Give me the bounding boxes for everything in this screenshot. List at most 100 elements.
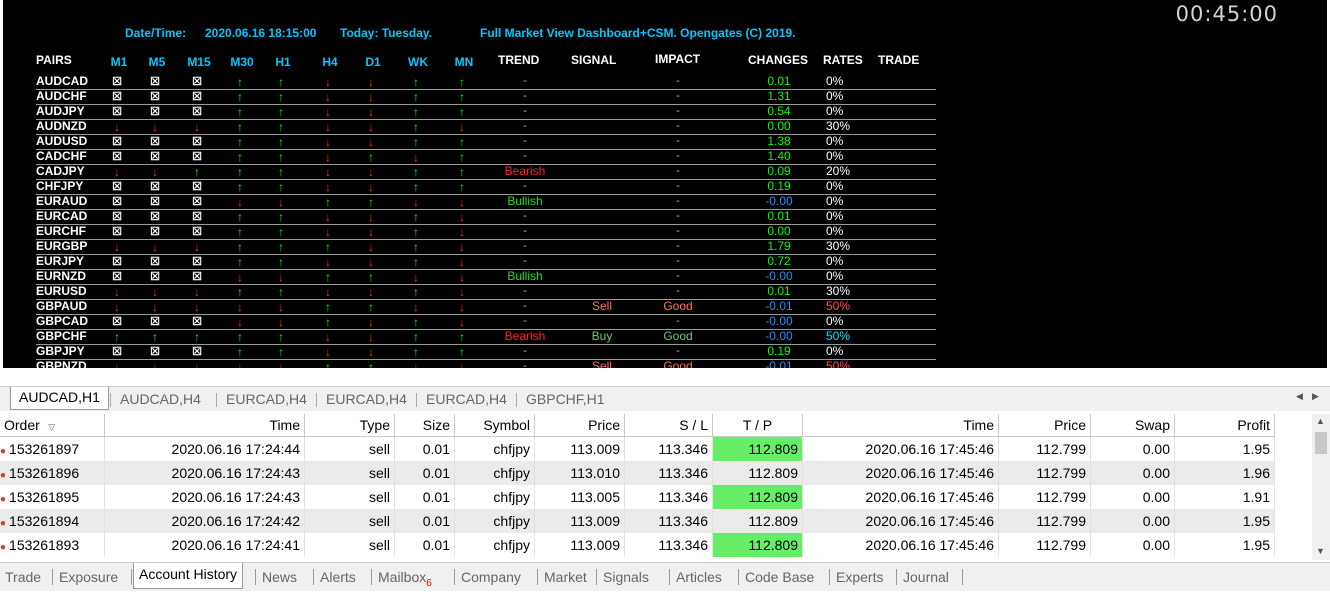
tab-news[interactable]: News xyxy=(257,566,302,588)
trend-value: - xyxy=(523,300,527,312)
up-arrow-icon: ↑ xyxy=(237,180,243,194)
down-arrow-icon: ↓ xyxy=(194,300,200,314)
table-row[interactable]: ● 153261895 2020.06.16 17:24:43 sell 0.01 chf… xyxy=(0,485,1275,509)
impact-value: - xyxy=(676,195,680,207)
rate-value: 30% xyxy=(826,239,851,253)
scroll-down-icon[interactable]: ▼ xyxy=(1316,546,1325,556)
up-arrow-icon: ↑ xyxy=(237,105,243,119)
change-value: -0.00 xyxy=(765,269,793,283)
change-value: -0.00 xyxy=(765,314,793,328)
col-header-tp[interactable]: T / P xyxy=(712,414,803,437)
tab-signals[interactable]: Signals xyxy=(598,566,654,588)
col-header-swap[interactable]: Swap xyxy=(1090,414,1175,437)
up-arrow-icon: ↑ xyxy=(278,150,284,164)
order-icon: ● xyxy=(0,494,7,505)
tab-trade[interactable]: Trade xyxy=(0,566,46,588)
chart-tab-eurcad-h4[interactable]: EURCAD,H4 xyxy=(218,389,315,409)
rate-value: 0% xyxy=(826,314,844,328)
table-scrollbar[interactable]: ▲ ▼ xyxy=(1312,414,1330,560)
col-header-symbol[interactable]: Symbol xyxy=(454,414,535,437)
change-value: 1.31 xyxy=(767,89,791,103)
pair-label: AUDCAD xyxy=(36,74,88,88)
up-arrow-icon: ↑ xyxy=(413,285,419,299)
cell-swap: 0.00 xyxy=(1090,461,1175,485)
down-arrow-icon: ↓ xyxy=(459,315,465,329)
chart-tabs-strip: AUDCAD,H1 AUDCAD,H4 EURCAD,H4 EURCAD,H4 EURC… xyxy=(0,386,1330,411)
up-arrow-icon: ↑ xyxy=(413,255,419,269)
col-header-order[interactable]: Order ▽ xyxy=(0,414,105,437)
cell-type: sell xyxy=(304,436,395,461)
pair-label: CADJPY xyxy=(36,164,85,178)
tab-label: Account History xyxy=(139,566,238,582)
up-arrow-icon: ↑ xyxy=(325,315,331,329)
chart-tab-eurcad-h4[interactable]: EURCAD,H4 xyxy=(318,389,415,409)
change-value: 0.72 xyxy=(767,254,791,268)
col-pairs: PAIRS xyxy=(36,53,72,67)
dashboard-chart[interactable]: 00:45:00 Date/Time: 2020.06.16 18:15:00 … xyxy=(0,0,1330,368)
tab-market[interactable]: Market xyxy=(539,566,592,588)
cell-tp: 112.809 xyxy=(712,485,803,509)
tab-exposure[interactable]: Exposure xyxy=(54,566,123,588)
col-header-type[interactable]: Type xyxy=(304,414,395,437)
down-arrow-icon: ↓ xyxy=(152,120,158,134)
table-row[interactable]: ● 153261897 2020.06.16 17:24:44 sell 0.01 chf… xyxy=(0,436,1275,461)
chart-tab-eurcad-h4[interactable]: EURCAD,H4 xyxy=(418,389,515,409)
chart-tab-audcad-h1[interactable]: AUDCAD,H1 xyxy=(10,387,109,410)
scrollbar-thumb[interactable] xyxy=(1315,432,1327,454)
col-header-time[interactable]: Time xyxy=(802,414,999,437)
cell-order: ● 153261896 xyxy=(0,461,105,485)
neutral-box-icon: ☒ xyxy=(112,106,122,118)
down-arrow-icon: ↓ xyxy=(325,210,331,224)
sort-icon[interactable]: ▽ xyxy=(46,422,55,432)
chart-tab-gbpchf-h1[interactable]: GBPCHF,H1 xyxy=(518,389,613,409)
tab-account-history[interactable]: Account History xyxy=(133,563,244,589)
neutral-box-icon: ☒ xyxy=(150,106,160,118)
pair-label: EURUSD xyxy=(36,284,87,298)
tab-experts[interactable]: Experts xyxy=(831,566,888,588)
table-row[interactable]: ● 153261896 2020.06.16 17:24:43 sell 0.01 chf… xyxy=(0,461,1275,485)
neutral-box-icon: ☒ xyxy=(112,196,122,208)
col-header-size[interactable]: Size xyxy=(394,414,455,437)
trend-value: - xyxy=(523,255,527,267)
tab-journal[interactable]: Journal xyxy=(898,566,954,588)
col-header-price[interactable]: Price xyxy=(534,414,625,437)
col-header-price[interactable]: Price xyxy=(998,414,1091,437)
cell-profit: 1.91 xyxy=(1174,485,1275,509)
down-arrow-icon: ↓ xyxy=(325,150,331,164)
chart-tab-audcad-h4[interactable]: AUDCAD,H4 xyxy=(112,389,209,409)
tab-label: Articles xyxy=(676,569,722,585)
change-value: -0.00 xyxy=(765,194,793,208)
pair-label: EURCHF xyxy=(36,224,86,238)
scroll-up-icon[interactable]: ▲ xyxy=(1316,416,1325,426)
up-arrow-icon: ↑ xyxy=(413,90,419,104)
up-arrow-icon: ↑ xyxy=(278,255,284,269)
tab-code-base[interactable]: Code Base xyxy=(740,566,819,588)
tab-articles[interactable]: Articles xyxy=(671,566,727,588)
rate-value: 50% xyxy=(826,329,851,343)
tab-separator xyxy=(110,393,111,407)
rate-value: 30% xyxy=(826,284,851,298)
cell-size: 0.01 xyxy=(394,533,455,557)
col-header-profit[interactable]: Profit xyxy=(1174,414,1275,437)
cell-time: 2020.06.16 17:45:46 xyxy=(802,533,999,557)
trend-value: - xyxy=(523,285,527,297)
tf-header-m15: M15 xyxy=(187,55,211,69)
cell-time: 2020.06.16 17:24:42 xyxy=(104,509,305,533)
tabs-scroll-right-icon[interactable]: ▶ xyxy=(1312,391,1319,402)
table-row[interactable]: ● 153261894 2020.06.16 17:24:42 sell 0.01 chf… xyxy=(0,509,1275,533)
tab-mailbox[interactable]: Mailbox6 xyxy=(373,566,437,589)
neutral-box-icon: ☒ xyxy=(192,76,202,88)
neutral-box-icon: ☒ xyxy=(192,106,202,118)
cell-size: 0.01 xyxy=(394,485,455,509)
col-header-time[interactable]: Time xyxy=(104,414,305,437)
up-arrow-icon: ↑ xyxy=(459,90,465,104)
table-row[interactable]: ● 153261893 2020.06.16 17:24:41 sell 0.01 chf… xyxy=(0,533,1275,557)
pair-label: GBPJPY xyxy=(36,344,85,358)
pair-label: CHFJPY xyxy=(36,179,84,193)
col-header-sl[interactable]: S / L xyxy=(624,414,713,437)
change-value: 1.38 xyxy=(767,134,791,148)
tabs-scroll-left-icon[interactable]: ◀ xyxy=(1296,391,1303,402)
tab-company[interactable]: Company xyxy=(456,566,526,588)
pair-label: EURAUD xyxy=(36,194,88,208)
tab-alerts[interactable]: Alerts xyxy=(315,566,361,588)
